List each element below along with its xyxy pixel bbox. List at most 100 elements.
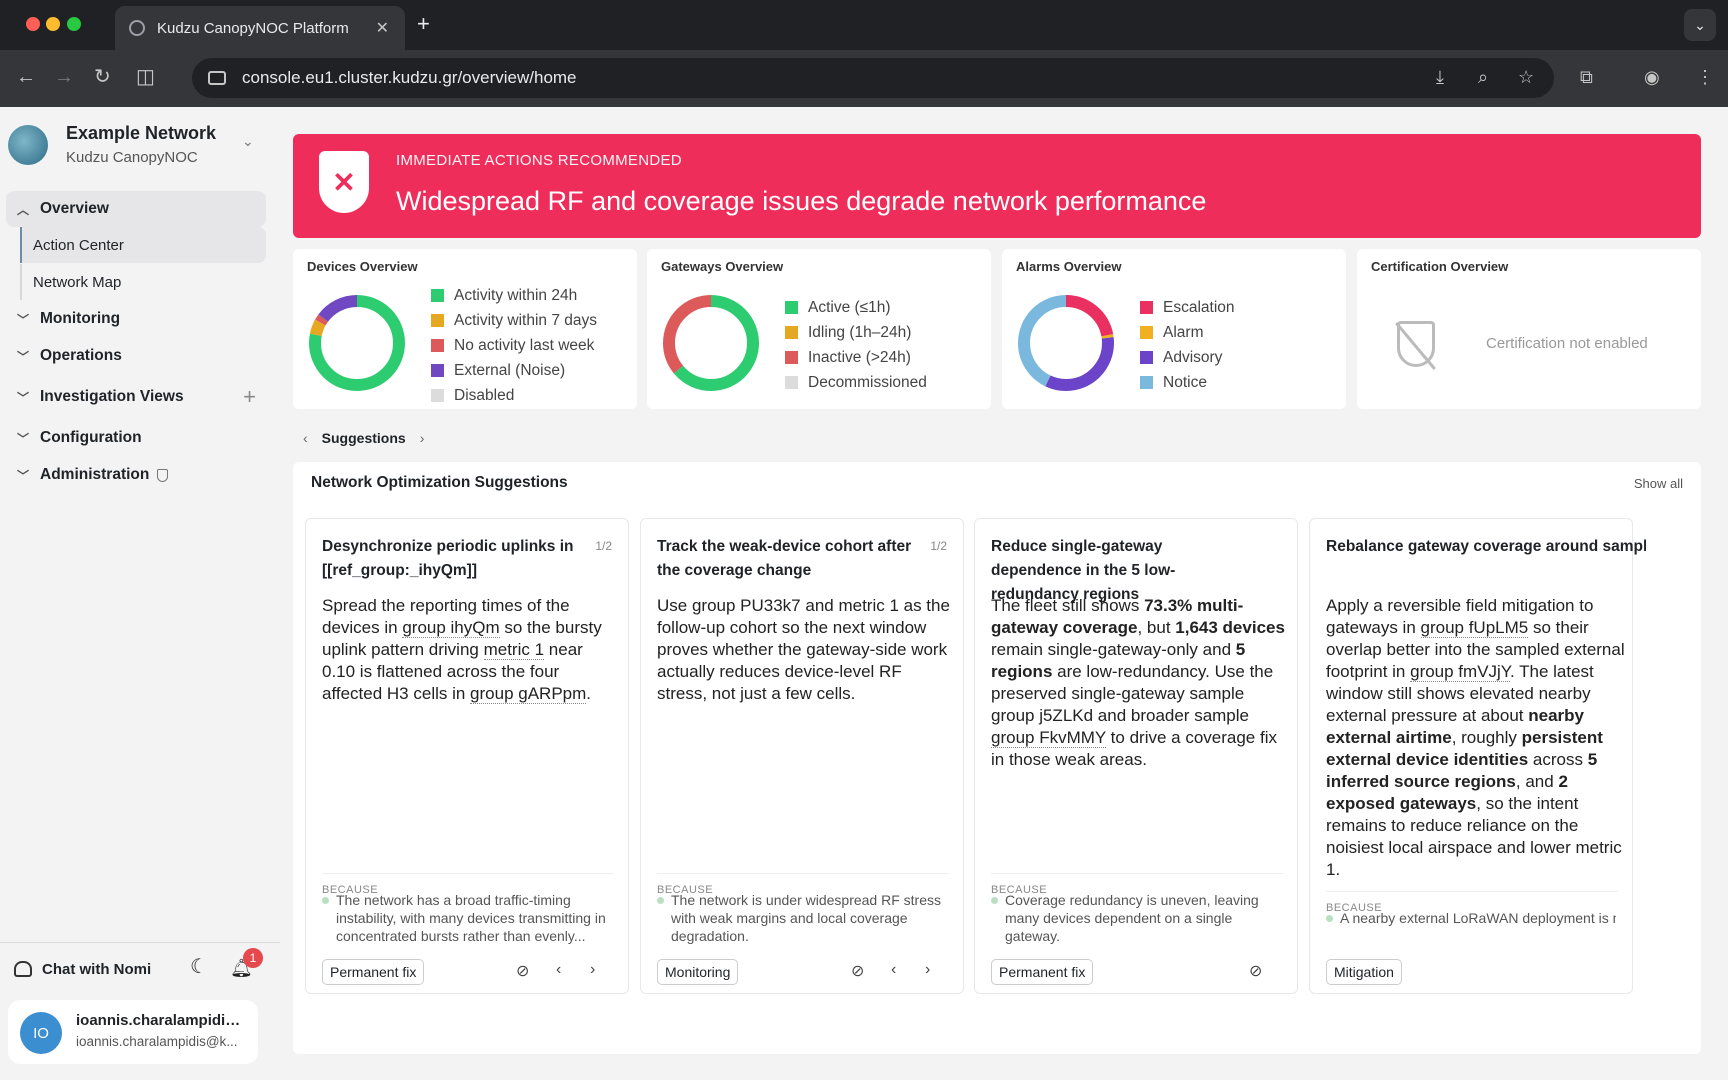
back-icon[interactable]: ←	[16, 66, 36, 88]
user-email: ioannis.charalampidis@k...	[76, 1034, 238, 1049]
minimize-window-button[interactable]	[46, 17, 60, 31]
sidebar-item-network-map[interactable]: Network Map	[20, 264, 266, 300]
tab-title: Kudzu CanopyNOC Platform	[157, 19, 349, 37]
suggestion-card[interactable]: Track the weak-device cohort after the c…	[640, 518, 964, 994]
legend-item: Decommissioned	[785, 370, 927, 395]
sidebar-item-action-center[interactable]: Action Center	[20, 227, 266, 263]
gateways-overview-card[interactable]: Gateways Overview Active (≤1h) Idling (1h…	[647, 249, 991, 409]
gateways-legend: Active (≤1h) Idling (1h–24h) Inactive (>24…	[785, 295, 927, 395]
banner-kicker: IMMEDIATE ACTIONS RECOMMENDED	[396, 152, 682, 169]
user-menu[interactable]: IO ioannis.charalampidis... ioannis.char…	[8, 1000, 258, 1064]
legend-swatch	[785, 376, 798, 389]
sidebar-item-label: Administration	[40, 466, 150, 483]
zoom-icon[interactable]: ⌕	[1478, 67, 1488, 87]
suggestion-card[interactable]: Reduce single-gateway dependence in the …	[974, 518, 1298, 994]
shield-off-icon	[1397, 321, 1435, 367]
legend-label: Notice	[1163, 373, 1207, 391]
because-text: Coverage redundancy is uneven, leaving m…	[991, 891, 1281, 945]
alarms-overview-card[interactable]: Alarms Overview Escalation Alarm Advisory N…	[1002, 249, 1346, 409]
legend-label: Activity within 7 days	[454, 311, 597, 329]
legend-label: No activity last week	[454, 336, 595, 354]
sidebar-item-overview[interactable]: ︿ Overview	[6, 191, 266, 227]
legend-item: No activity last week	[431, 333, 597, 358]
suggestions-label: Suggestions	[321, 430, 406, 446]
legend-label: External (Noise)	[454, 361, 566, 379]
suggestion-type-chip: Mitigation	[1326, 959, 1402, 985]
reload-icon[interactable]: ↻	[94, 66, 111, 88]
browser-tab[interactable]: Kudzu CanopyNOC Platform ✕	[115, 6, 405, 50]
notification-badge: 1	[243, 948, 263, 968]
suggestion-type-chip: Permanent fix	[991, 959, 1094, 985]
hide-icon[interactable]: ⊘	[851, 961, 864, 981]
forward-icon[interactable]: →	[54, 66, 74, 88]
org-switcher[interactable]: Example Network Kudzu CanopyNOC ⌄	[8, 119, 268, 169]
bookmark-star-icon[interactable]: ☆	[1518, 67, 1534, 87]
address-bar[interactable]: console.eu1.cluster.kudzu.gr/overview/ho…	[192, 58, 1554, 98]
url-text: console.eu1.cluster.kudzu.gr/overview/ho…	[242, 68, 577, 87]
sidebar-item-investigation-views[interactable]: ﹀ Investigation Views +	[6, 379, 266, 415]
split-view-icon[interactable]: ◫	[136, 66, 155, 88]
chat-with-nomi-button[interactable]: Chat with Nomi	[14, 954, 264, 984]
install-app-icon[interactable]: ⤓	[1436, 67, 1444, 87]
devices-overview-card[interactable]: Devices Overview Activity within 24h Acti…	[293, 249, 637, 409]
hide-icon[interactable]: ⊘	[516, 961, 529, 981]
legend-label: Alarm	[1163, 323, 1204, 341]
legend-swatch	[431, 389, 444, 402]
legend-label: Activity within 24h	[454, 286, 578, 304]
chevron-right-icon[interactable]: ›	[590, 961, 595, 979]
browser-toolbar: ← → ↻ ◫ console.eu1.cluster.kudzu.gr/ove…	[0, 50, 1728, 107]
certification-overview-card[interactable]: Certification Overview Certification not…	[1357, 249, 1701, 409]
sidebar-item-configuration[interactable]: ﹀ Configuration	[6, 420, 266, 456]
legend-swatch	[785, 326, 798, 339]
legend-swatch	[431, 339, 444, 352]
chevron-down-icon: ⌄	[242, 133, 254, 149]
legend-label: Decommissioned	[808, 373, 927, 391]
legend-item: Disabled	[431, 383, 597, 408]
sidebar-item-administration[interactable]: ﹀ Administration	[6, 457, 266, 493]
chevron-down-icon: ﹀	[16, 349, 29, 364]
sidebar-item-label: Network Map	[33, 273, 122, 291]
legend-swatch	[1140, 301, 1153, 314]
zoom-window-button[interactable]	[67, 17, 81, 31]
shield-x-icon: ✕	[319, 151, 369, 213]
chevron-down-icon: ﹀	[16, 468, 29, 483]
profile-icon[interactable]: ◉	[1644, 67, 1660, 87]
site-settings-icon[interactable]	[208, 71, 226, 85]
sidebar-item-label: Operations	[40, 347, 122, 364]
suggestion-card[interactable]: Rebalance gateway coverage around sample…	[1309, 518, 1646, 994]
moon-icon[interactable]: ☾	[190, 954, 208, 979]
suggestions-panel: Network Optimization Suggestions Show al…	[293, 462, 1701, 1054]
legend-swatch	[431, 314, 444, 327]
hide-icon[interactable]: ⊘	[1249, 961, 1262, 981]
sidebar-item-label: Monitoring	[40, 310, 121, 327]
chevron-left-icon[interactable]: ‹	[891, 961, 896, 979]
browser-menu-icon[interactable]: ⋮	[1696, 67, 1714, 87]
close-window-button[interactable]	[26, 17, 40, 31]
browser-chrome: Kudzu CanopyNOC Platform ✕ + ⌄ ← → ↻ ◫ c…	[0, 0, 1728, 107]
tab-search-button[interactable]: ⌄	[1684, 9, 1716, 41]
suggestion-title: Desynchronize periodic uplinks in [[ref_…	[322, 538, 574, 579]
sidebar-item-operations[interactable]: ﹀ Operations	[6, 338, 266, 374]
chevron-left-icon[interactable]: ‹	[303, 430, 308, 446]
show-all-link[interactable]: Show all	[1634, 476, 1683, 491]
extensions-icon[interactable]: ⧉	[1580, 67, 1593, 87]
org-name: Example Network	[66, 123, 217, 143]
chevron-right-icon[interactable]: ›	[420, 430, 425, 446]
card-title: Devices Overview	[307, 259, 418, 274]
legend-swatch	[785, 351, 798, 364]
chevron-left-icon[interactable]: ‹	[556, 961, 561, 979]
sidebar-item-monitoring[interactable]: ﹀ Monitoring	[6, 301, 266, 337]
sidebar-item-label: Investigation Views	[40, 388, 184, 405]
suggestion-card[interactable]: Desynchronize periodic uplinks in [[ref_…	[305, 518, 629, 994]
legend-swatch	[431, 364, 444, 377]
legend-swatch	[1140, 351, 1153, 364]
suggestion-body: Use group PU33k7 and metric 1 as the fol…	[657, 596, 950, 703]
chevron-right-icon[interactable]: ›	[925, 961, 930, 979]
alarms-donut-chart	[1018, 295, 1114, 391]
devices-donut-chart	[309, 295, 405, 391]
new-tab-button[interactable]: +	[417, 11, 430, 37]
legend-item: Activity within 7 days	[431, 308, 597, 333]
close-tab-icon[interactable]: ✕	[376, 18, 389, 38]
add-view-icon[interactable]: +	[243, 384, 256, 410]
alert-banner[interactable]: ✕ IMMEDIATE ACTIONS RECOMMENDED Widespre…	[293, 134, 1701, 238]
